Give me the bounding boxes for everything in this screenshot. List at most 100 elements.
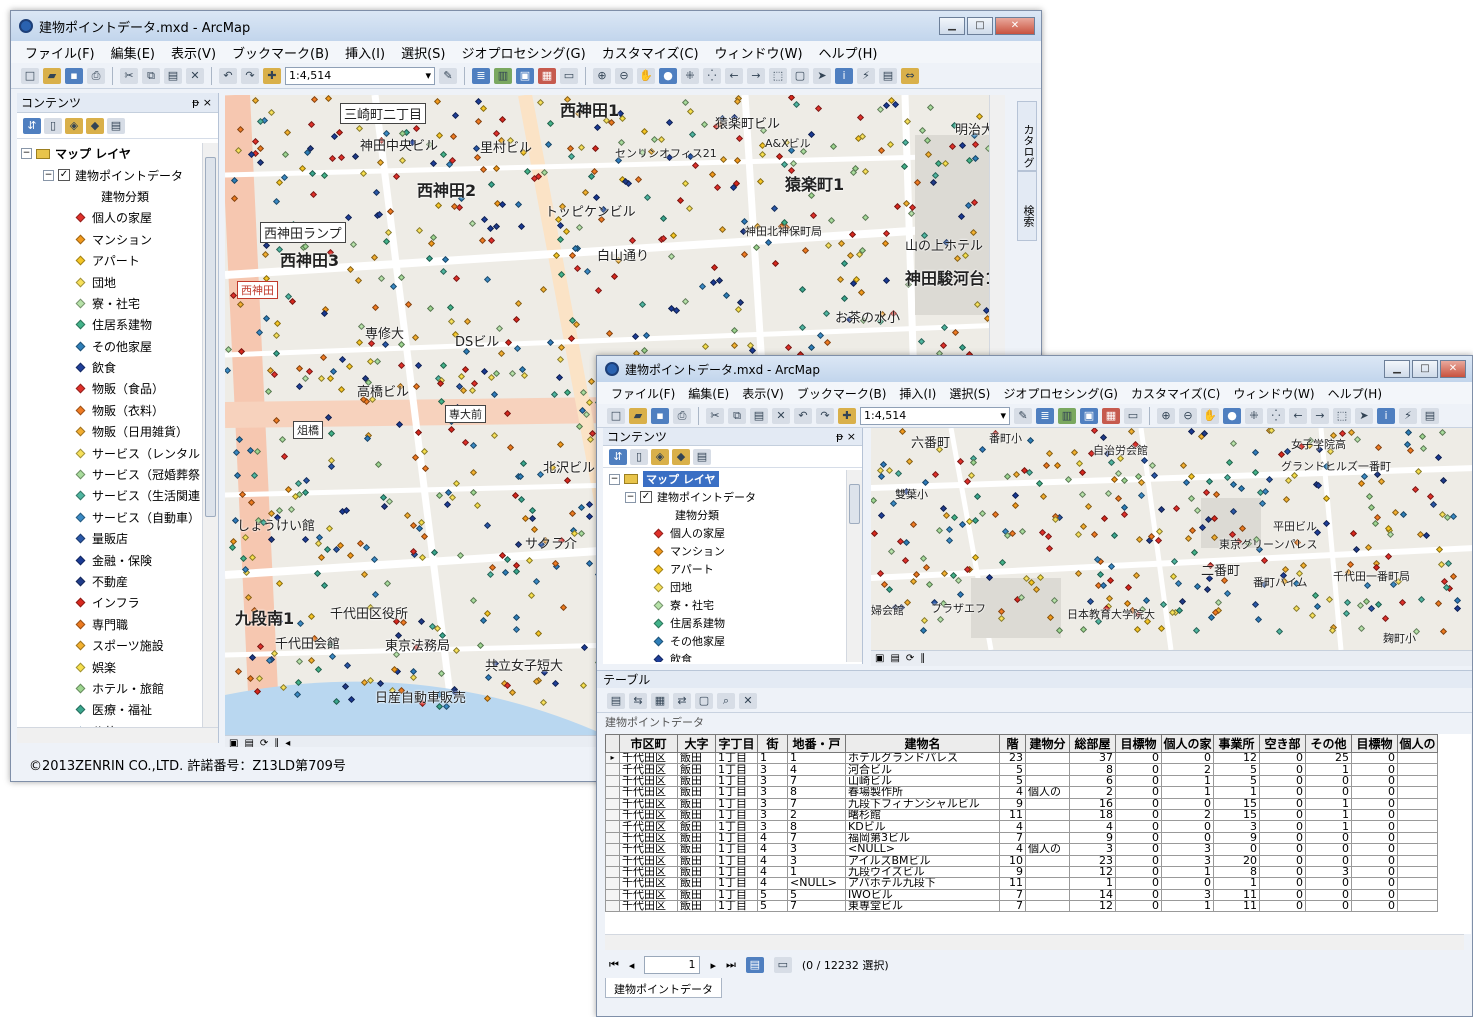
table-cell[interactable]: 3 — [757, 763, 788, 776]
table-cell[interactable]: 0 — [1115, 900, 1162, 913]
new-document-icon[interactable]: □ — [607, 407, 625, 424]
legend-class-item[interactable]: その他家屋 — [21, 336, 202, 357]
table-cell[interactable]: 9 — [1069, 831, 1116, 845]
measure-icon[interactable]: ⇔ — [901, 67, 919, 84]
column-header[interactable]: 建物分 — [1025, 734, 1070, 753]
table-cell[interactable]: 飯田 — [677, 843, 716, 856]
table-cell[interactable]: 0 — [1115, 854, 1162, 867]
related-tables-icon[interactable]: ⇆ — [629, 692, 647, 709]
legend-class-item[interactable]: 寮・社宅 — [609, 596, 846, 614]
html-popup-icon[interactable]: ▤ — [1421, 407, 1439, 424]
table-cell[interactable]: 0 — [1115, 820, 1162, 833]
table-cell[interactable]: 2 — [1161, 763, 1214, 776]
table-cell[interactable] — [1397, 751, 1438, 765]
table-cell[interactable]: 1 — [1305, 820, 1352, 833]
map-scale-combobox[interactable]: 1:4,514 — [860, 406, 1010, 425]
select-elements-icon[interactable]: ➤ — [1355, 407, 1373, 424]
table-cell[interactable]: 飯田 — [677, 797, 716, 810]
table-cell[interactable] — [1397, 865, 1438, 879]
table-cell[interactable]: 東専堂ビル — [845, 900, 1000, 913]
table-cell[interactable]: 0 — [1259, 820, 1306, 833]
table-cell[interactable]: 千代田区 — [619, 865, 678, 879]
table-cell[interactable]: 5 — [787, 888, 846, 902]
menu-item-4[interactable]: 挿入(I) — [899, 385, 936, 402]
table-cell[interactable]: 6 — [1069, 774, 1116, 788]
table-cell[interactable]: 0 — [1259, 865, 1306, 879]
table-cell[interactable]: 3 — [757, 797, 788, 810]
go-forward-icon[interactable]: → — [747, 67, 765, 84]
table-cell[interactable]: 0 — [1351, 763, 1398, 776]
menu-item-2[interactable]: 表示(V) — [742, 385, 784, 402]
table-row[interactable]: 千代田区 飯田 1丁目 5 7 東専堂ビル 7 12 0 1 11 0 0 0 — [605, 900, 1438, 913]
previous-record-button[interactable]: ◂ — [629, 959, 635, 972]
table-row[interactable]: 千代田区 飯田 1丁目 3 7 山崎ビル 5 6 0 1 5 0 0 0 — [605, 774, 1438, 788]
table-cell[interactable]: 0 — [1115, 831, 1162, 845]
table-cell[interactable]: 千代田区 — [619, 854, 678, 867]
last-record-button[interactable]: ⏭ — [726, 958, 736, 972]
open-icon[interactable]: ▰ — [629, 407, 647, 424]
table-cell[interactable]: 9 — [999, 797, 1026, 810]
list-by-visibility-icon[interactable]: ◈ — [651, 448, 669, 465]
table-cell[interactable]: 千代田区 — [619, 877, 678, 890]
delete-selected-icon[interactable]: ✕ — [739, 692, 757, 709]
table-cell[interactable]: IWOビル — [845, 888, 1000, 902]
table-cell[interactable]: 4 — [757, 854, 788, 867]
table-cell[interactable]: 1丁目 — [715, 797, 758, 810]
table-cell[interactable]: 0 — [1115, 763, 1162, 776]
table-cell[interactable]: 0 — [1351, 843, 1398, 856]
column-header[interactable]: 空き部 — [1259, 734, 1306, 753]
table-cell[interactable] — [1025, 854, 1070, 867]
zoom-to-selected-icon[interactable]: ⌕ — [717, 692, 735, 709]
table-cell[interactable]: 飯田 — [677, 820, 716, 833]
table-cell[interactable]: 0 — [1305, 900, 1352, 913]
table-row[interactable]: 千代田区 飯田 1丁目 4 3 アイルズBMビル 10 23 0 3 20 0 0 0 — [605, 854, 1438, 867]
table-row[interactable]: 千代田区 飯田 1丁目 5 5 IWOビル 7 14 0 3 11 0 0 0 — [605, 888, 1438, 902]
maximize-button[interactable]: □ — [1412, 360, 1438, 378]
row-selector[interactable] — [605, 763, 620, 776]
legend-class-item[interactable]: 個人の家屋 — [609, 524, 846, 542]
map-scale-combobox[interactable]: 1:4,514 — [285, 66, 435, 85]
scroll-thumb[interactable] — [205, 157, 216, 517]
table-cell[interactable]: 千代田区 — [619, 900, 678, 913]
list-by-selection-icon[interactable]: ◆ — [86, 117, 104, 134]
table-cell[interactable]: 福岡第3ビル — [845, 831, 1000, 845]
table-cell[interactable]: 1 — [1213, 877, 1260, 890]
add-data-icon[interactable]: ✚ — [838, 407, 856, 424]
list-by-drawing-order-icon[interactable]: ⇵ — [23, 117, 41, 134]
table-cell[interactable]: 1 — [787, 865, 846, 879]
zoom-in-icon[interactable]: ⊕ — [593, 67, 611, 84]
row-selector[interactable] — [605, 831, 620, 845]
identify-icon[interactable]: i — [1377, 407, 1395, 424]
select-features-icon[interactable]: ⬚ — [769, 67, 787, 84]
catalog-icon[interactable]: ▥ — [494, 67, 512, 84]
legend-class-item[interactable]: 物販（衣料） — [21, 400, 202, 421]
legend-class-item[interactable]: 団地 — [609, 578, 846, 596]
fixed-zoom-out-icon[interactable]: ⁛ — [703, 67, 721, 84]
table-cell[interactable]: 個人の — [1025, 786, 1070, 799]
list-by-drawing-order-icon[interactable]: ⇵ — [609, 448, 627, 465]
table-cell[interactable]: 8 — [1213, 865, 1260, 879]
arctoolbox-icon[interactable]: ▦ — [538, 67, 556, 84]
hyperlink-icon[interactable]: ⚡ — [857, 67, 875, 84]
legend-class-item[interactable]: ホテル・旅館 — [21, 678, 202, 699]
table-cell[interactable] — [1025, 831, 1070, 845]
table-cell[interactable]: 1 — [1305, 808, 1352, 822]
table-cell[interactable]: 0 — [1259, 808, 1306, 822]
table-row[interactable]: 千代田区 飯田 1丁目 4 <NULL> アパホテル九段下 11 1 0 0 1 0 0 0 — [605, 877, 1438, 890]
close-button[interactable]: ✕ — [995, 17, 1035, 35]
menu-item-7[interactable]: カスタマイズ(C) — [1131, 385, 1220, 402]
column-header[interactable]: 目標物 — [1351, 734, 1398, 753]
collapse-icon[interactable]: − — [43, 169, 54, 181]
table-cell[interactable]: 千代田区 — [619, 797, 678, 810]
minimize-button[interactable]: ▁ — [939, 17, 965, 35]
table-cell[interactable]: 1 — [1161, 900, 1214, 913]
legend-class-item[interactable]: 飲食 — [21, 357, 202, 378]
table-cell[interactable]: 16 — [1069, 797, 1116, 810]
table-cell[interactable]: 23 — [999, 751, 1026, 765]
table-cell[interactable]: 0 — [1351, 786, 1398, 799]
table-cell[interactable]: 3 — [1069, 843, 1116, 856]
menu-item-2[interactable]: 表示(V) — [171, 43, 216, 62]
toc-horizontal-scrollbar[interactable] — [17, 727, 218, 743]
table-cell[interactable]: 0 — [1351, 888, 1398, 902]
table-cell[interactable] — [1025, 877, 1070, 890]
